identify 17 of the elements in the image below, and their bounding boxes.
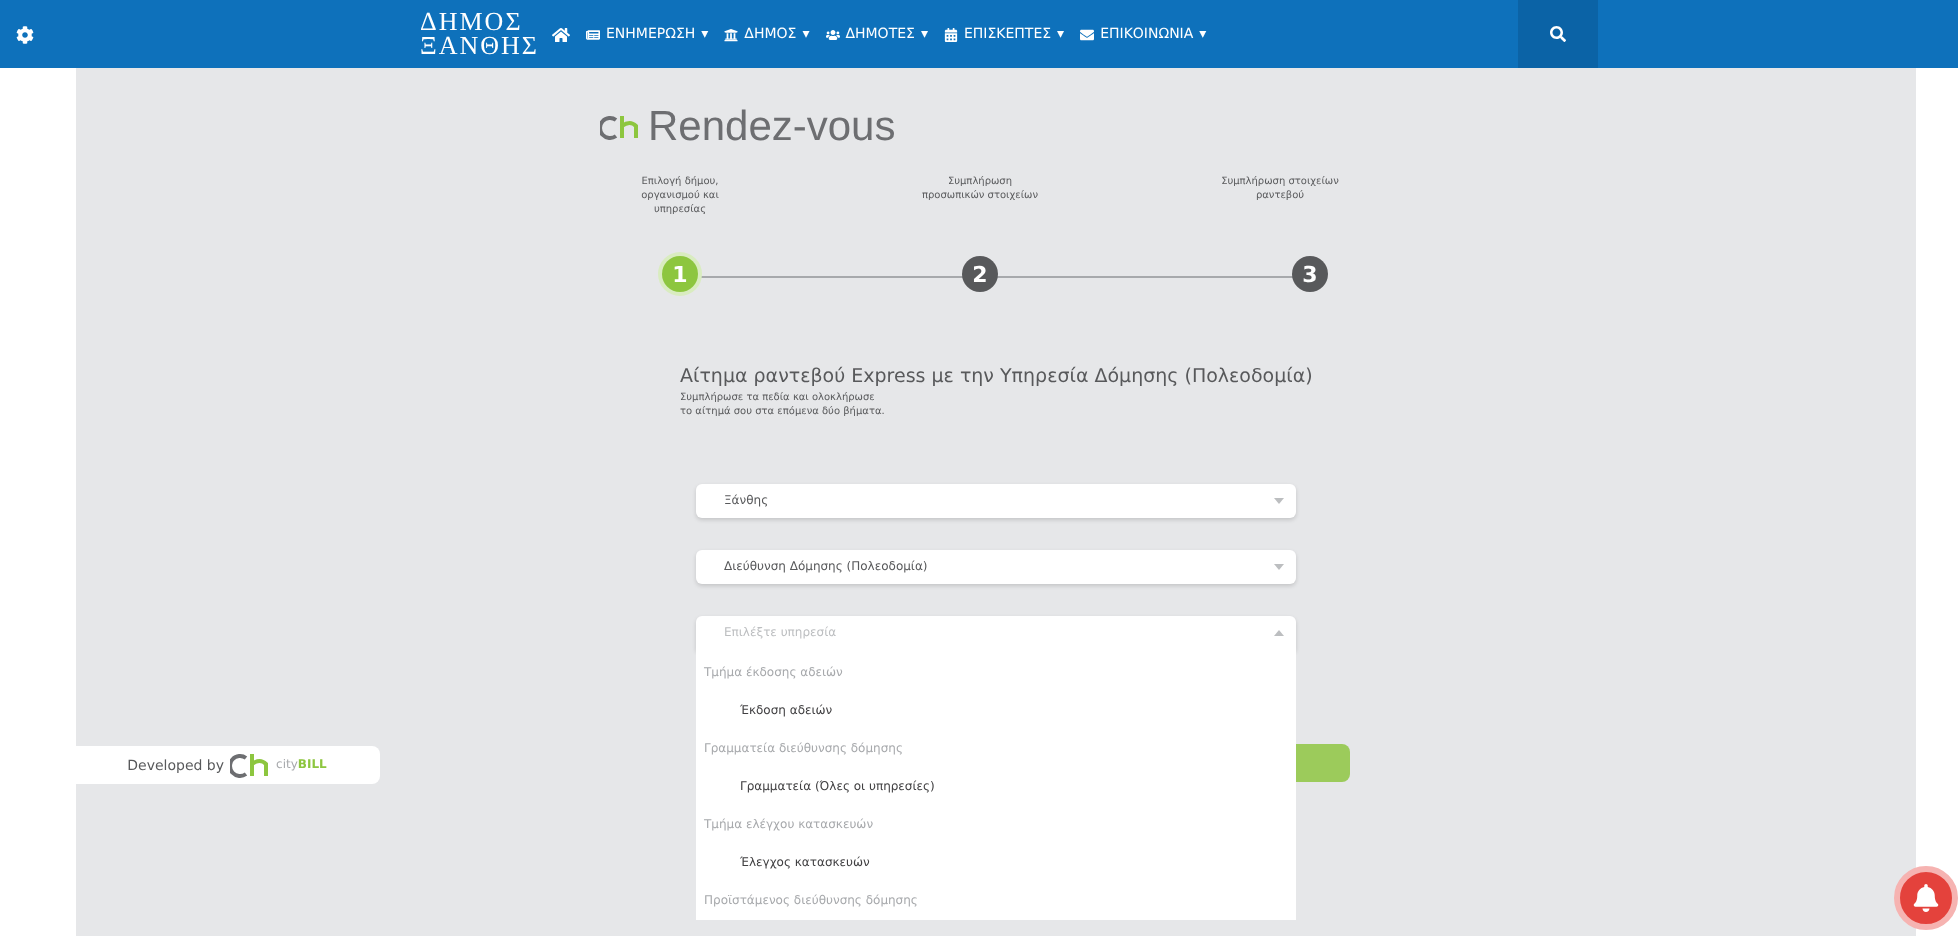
form-heading: Αίτημα ραντεβού Express με την Υπηρεσία Δόμησης (Πολεοδομία) (680, 364, 1313, 390)
notification-button[interactable] (1894, 866, 1958, 930)
logo-icon (600, 114, 640, 142)
home-icon[interactable] (552, 25, 570, 43)
menu-item-icon[interactable] (586, 27, 600, 41)
menu-item-icon[interactable] (724, 27, 739, 41)
bell-icon[interactable] (1912, 884, 1940, 912)
city-logo[interactable]: ΔΗΜΟΣ ΞΑΝΘΗΣ (420, 10, 540, 58)
menu-item-icon[interactable] (1080, 27, 1095, 41)
search-icon[interactable] (1550, 26, 1566, 42)
page-title: Rendez-vous (648, 104, 896, 152)
step-number[interactable]: 2 (962, 256, 998, 292)
step-number[interactable]: 3 (1292, 256, 1328, 292)
menu-item-icon[interactable] (825, 27, 840, 41)
menu-item-icon[interactable] (943, 27, 958, 41)
settings-icon[interactable] (15, 25, 33, 43)
logo-icon (230, 751, 271, 779)
